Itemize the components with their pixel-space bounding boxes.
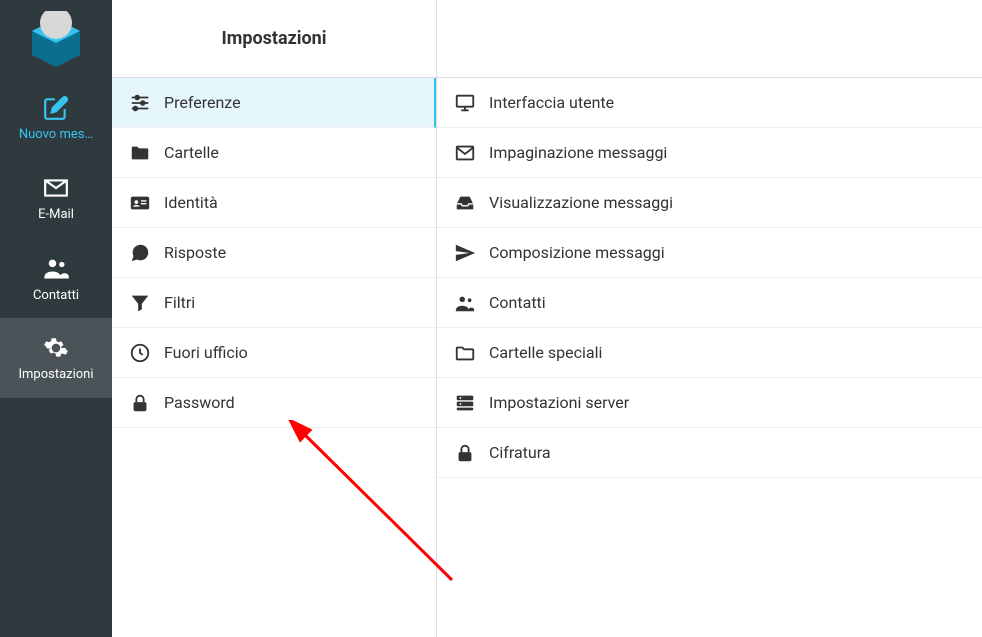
nav-contacts[interactable]: Contatti bbox=[0, 238, 112, 318]
folder-icon bbox=[128, 141, 152, 165]
settings-item-identities[interactable]: Identità bbox=[112, 178, 436, 228]
item-label: Impaginazione messaggi bbox=[489, 143, 667, 162]
paper-plane-icon bbox=[453, 241, 477, 265]
item-label: Filtri bbox=[164, 293, 195, 312]
sidebar: Nuovo mes… E-Mail Contatti bbox=[0, 0, 112, 637]
column-header bbox=[437, 0, 982, 78]
mail-icon bbox=[43, 175, 69, 201]
nav-compose[interactable]: Nuovo mes… bbox=[0, 78, 112, 158]
item-label: Cartelle speciali bbox=[489, 343, 602, 362]
contacts-icon bbox=[453, 291, 477, 315]
nav-label: E-Mail bbox=[0, 207, 112, 222]
pref-item-encryption[interactable]: Cifratura bbox=[437, 428, 982, 478]
filter-icon bbox=[128, 291, 152, 315]
sliders-icon bbox=[128, 91, 152, 115]
item-label: Cartelle bbox=[164, 143, 219, 162]
settings-categories: Impostazioni Preferenze Cartelle bbox=[112, 0, 437, 637]
nav-label: Impostazioni bbox=[0, 367, 112, 382]
pref-item-mailbox-view[interactable]: Impaginazione messaggi bbox=[437, 128, 982, 178]
compose-icon bbox=[43, 95, 69, 121]
settings-item-preferences[interactable]: Preferenze bbox=[112, 78, 436, 128]
settings-item-password[interactable]: Password bbox=[112, 378, 436, 428]
id-card-icon bbox=[128, 191, 152, 215]
nav-settings[interactable]: Impostazioni bbox=[0, 318, 112, 398]
settings-item-folders[interactable]: Cartelle bbox=[112, 128, 436, 178]
gear-icon bbox=[43, 335, 69, 361]
desktop-icon bbox=[453, 91, 477, 115]
pref-item-contacts[interactable]: Contatti bbox=[437, 278, 982, 328]
preferences-sections: Interfaccia utente Impaginazione messagg… bbox=[437, 0, 982, 637]
item-label: Risposte bbox=[164, 243, 226, 262]
server-icon bbox=[453, 391, 477, 415]
pref-item-user-interface[interactable]: Interfaccia utente bbox=[437, 78, 982, 128]
clock-icon bbox=[128, 341, 152, 365]
app-logo bbox=[0, 0, 112, 78]
envelope-icon bbox=[453, 141, 477, 165]
item-label: Composizione messaggi bbox=[489, 243, 665, 262]
lock-icon bbox=[128, 391, 152, 415]
lock-icon bbox=[453, 441, 477, 465]
inbox-icon bbox=[453, 191, 477, 215]
pref-item-message-view[interactable]: Visualizzazione messaggi bbox=[437, 178, 982, 228]
nav-email[interactable]: E-Mail bbox=[0, 158, 112, 238]
settings-item-out-of-office[interactable]: Fuori ufficio bbox=[112, 328, 436, 378]
item-label: Interfaccia utente bbox=[489, 93, 614, 112]
settings-item-filters[interactable]: Filtri bbox=[112, 278, 436, 328]
folder-outline-icon bbox=[453, 341, 477, 365]
item-label: Identità bbox=[164, 193, 218, 212]
pref-item-server[interactable]: Impostazioni server bbox=[437, 378, 982, 428]
settings-item-responses[interactable]: Risposte bbox=[112, 228, 436, 278]
item-label: Visualizzazione messaggi bbox=[489, 193, 673, 212]
pref-item-special-folders[interactable]: Cartelle speciali bbox=[437, 328, 982, 378]
item-label: Fuori ufficio bbox=[164, 343, 248, 362]
item-label: Password bbox=[164, 393, 235, 412]
item-label: Impostazioni server bbox=[489, 393, 629, 412]
column-title: Impostazioni bbox=[112, 0, 436, 78]
comment-icon bbox=[128, 241, 152, 265]
nav-label: Contatti bbox=[0, 288, 112, 303]
item-label: Cifratura bbox=[489, 443, 551, 462]
contacts-icon bbox=[42, 254, 70, 282]
item-label: Preferenze bbox=[164, 93, 241, 112]
nav-label: Nuovo mes… bbox=[0, 127, 112, 142]
pref-item-compose[interactable]: Composizione messaggi bbox=[437, 228, 982, 278]
item-label: Contatti bbox=[489, 293, 546, 312]
